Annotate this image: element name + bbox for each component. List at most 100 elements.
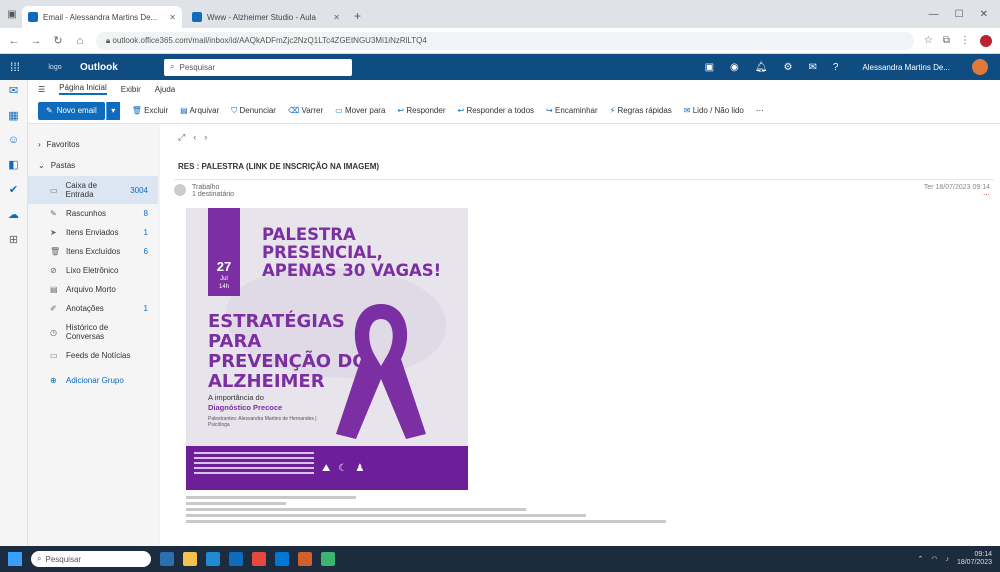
folder-item-inbox[interactable]: ▭ Caixa de Entrada 3004	[28, 176, 158, 204]
star-icon[interactable]: ☆	[924, 35, 933, 46]
refresh-icon[interactable]: ↻	[52, 34, 64, 47]
more-options-icon[interactable]: ⋯	[756, 106, 764, 115]
delete-label: Excluir	[144, 106, 169, 115]
favorites-section[interactable]: › Favoritos	[28, 134, 158, 155]
more-apps-icon[interactable]: ⊞	[9, 233, 18, 246]
calendar-icon[interactable]: ▦	[8, 109, 18, 122]
settings-icon[interactable]: ⚙	[783, 62, 792, 73]
close-window-icon[interactable]: ✕	[980, 9, 988, 20]
folder-item-junk[interactable]: ⊘ Lixo Eletrônico	[28, 261, 158, 280]
folder-label: Itens Enviados	[66, 228, 119, 237]
store-icon[interactable]	[275, 552, 289, 566]
event-flyer-image[interactable]: 27 Jul 14h PALESTRA PRESENCIAL, APENAS 3…	[186, 208, 468, 490]
close-tab-icon[interactable]: ✕	[333, 13, 340, 22]
new-mail-button[interactable]: ✎ Novo email	[38, 101, 105, 120]
minimize-icon[interactable]: —	[929, 9, 939, 20]
archive-button[interactable]: ▤ Arquivar	[180, 106, 219, 115]
header-icons: ▣ ◉ 🔔︎ ⚙ ✉ ? Alessandra Martins De...	[705, 59, 1000, 75]
tab-view[interactable]: Exibir	[121, 85, 141, 94]
add-group-link[interactable]: ⊕ Adicionar Grupo	[28, 371, 158, 390]
profile-avatar[interactable]	[980, 34, 992, 47]
reply-all-button[interactable]: ↩ Responder a todos	[458, 106, 535, 115]
windows-taskbar: ⌕ Pesquisar ⌃ ◠ ♪ 09:14 18/07/2023	[0, 546, 1000, 572]
message-more-icon[interactable]: ⋯	[924, 191, 990, 199]
folders-section[interactable]: ⌄ Pastas	[28, 155, 158, 176]
user-avatar[interactable]	[972, 59, 988, 75]
browser-tab-second[interactable]: Www - Alzheimer Studio - Aula ✕	[186, 6, 346, 28]
back-icon[interactable]: ←	[8, 35, 20, 47]
sweep-button[interactable]: ⌫ Varrer	[288, 106, 323, 115]
app-launcher-icon[interactable]: ⁞⁞⁞	[0, 60, 30, 74]
folder-item-notes[interactable]: ✐ Anotações 1	[28, 299, 158, 318]
people-icon[interactable]: ☺	[8, 134, 19, 146]
windows-start-icon[interactable]	[8, 552, 22, 566]
close-tab-icon[interactable]: ✕	[169, 13, 176, 22]
todo-icon[interactable]: ✔	[9, 183, 18, 196]
folder-label: Anotações	[66, 304, 104, 313]
search-input[interactable]: ⌕ Pesquisar	[164, 58, 352, 76]
file-explorer-icon[interactable]	[183, 552, 197, 566]
tray-chevron-icon[interactable]: ⌃	[917, 555, 923, 563]
folder-item-deleted[interactable]: 🗑︎ Itens Excluídos 6	[28, 242, 158, 261]
tab-actions-icon[interactable]: ▣	[6, 8, 18, 20]
app-icon[interactable]	[321, 552, 335, 566]
menu-dots-icon[interactable]: ⋮	[960, 35, 970, 46]
report-button[interactable]: ⛉ Denunciar	[231, 106, 276, 116]
forward-icon[interactable]: →	[30, 35, 42, 47]
task-view-icon[interactable]	[160, 552, 174, 566]
tab-home[interactable]: Página Inicial	[59, 83, 107, 95]
edge-icon[interactable]	[206, 552, 220, 566]
taskbar-search[interactable]: ⌕ Pesquisar	[31, 551, 151, 567]
chrome-icon[interactable]	[252, 552, 266, 566]
chevron-right-icon[interactable]: ›	[204, 132, 207, 143]
extensions-icon[interactable]: ⧉	[943, 35, 950, 46]
delete-button[interactable]: 🗑︎ Excluir	[132, 106, 168, 115]
notifications-icon[interactable]: 🔔︎	[755, 62, 768, 73]
help-icon[interactable]: ?	[833, 62, 839, 73]
home-icon[interactable]: ⌂	[74, 35, 86, 47]
user-name[interactable]: Alessandra Martins De...	[862, 63, 950, 72]
feedback-icon[interactable]: ✉	[808, 62, 816, 73]
folder-item-rss[interactable]: ▭ Feeds de Notícias	[28, 346, 158, 365]
onedrive-icon[interactable]: ☁	[8, 208, 19, 221]
clock[interactable]: 09:14 18/07/2023	[957, 551, 992, 567]
chevron-left-icon[interactable]: ‹	[193, 132, 196, 143]
quick-rules-button[interactable]: ⚡︎ Regras rápidas	[610, 106, 672, 115]
figure-logo-icon: ♟	[355, 462, 365, 474]
expand-icon[interactable]: ⤢	[178, 132, 185, 143]
wifi-icon[interactable]: ◠	[931, 555, 937, 563]
sender-avatar[interactable]	[174, 184, 186, 196]
window-controls: — ☐ ✕	[929, 9, 1000, 20]
footer-text-lines	[194, 452, 314, 484]
recipients[interactable]: 1 destinatário	[192, 191, 234, 198]
folder-item-conversation-history[interactable]: ◷ Histórico de Conversas	[28, 318, 158, 346]
hamburger-icon[interactable]: ☰	[38, 85, 45, 94]
headline-line: PALESTRA	[262, 225, 356, 244]
tab-help[interactable]: Ajuda	[155, 85, 175, 94]
browser-tab-outlook[interactable]: Email - Alessandra Martins De... ✕	[22, 6, 182, 28]
pencil-icon: ✎	[50, 209, 57, 218]
folder-item-drafts[interactable]: ✎ Rascunhos 8	[28, 204, 158, 223]
new-mail-dropdown[interactable]: ▾	[105, 101, 120, 120]
url-field[interactable]: 🔒︎ outlook.office365.com/mail/inbox/id/A…	[96, 31, 914, 50]
folder-item-archive[interactable]: ▤ Arquivo Morto	[28, 280, 158, 299]
teams-icon[interactable]: ◉	[730, 62, 739, 73]
mail-icon[interactable]: ✉	[9, 84, 18, 97]
new-tab-button[interactable]: +	[354, 9, 361, 23]
sender-name[interactable]: Trabalho	[192, 184, 234, 191]
groups-icon[interactable]: ◧	[8, 158, 18, 171]
folder-item-sent[interactable]: ➤ Itens Enviados 1	[28, 223, 158, 242]
office-icon[interactable]	[298, 552, 312, 566]
outlook-taskbar-icon[interactable]	[229, 552, 243, 566]
meet-now-icon[interactable]: ▣	[705, 62, 714, 73]
shield-icon: ⛉	[231, 105, 238, 115]
reply-button[interactable]: ↩ Responder	[397, 106, 445, 115]
volume-icon[interactable]: ♪	[945, 556, 949, 563]
forward-button[interactable]: ↪ Encaminhar	[546, 106, 598, 115]
move-to-button[interactable]: ▭ Mover para	[335, 106, 385, 115]
flyer-subtitle: A importância do	[208, 393, 264, 402]
maximize-icon[interactable]: ☐	[955, 9, 964, 20]
read-unread-button[interactable]: ✉ Lido / Não lido	[684, 106, 744, 115]
forward-label: Encaminhar	[554, 106, 598, 115]
unread-count: 3004	[130, 185, 148, 195]
